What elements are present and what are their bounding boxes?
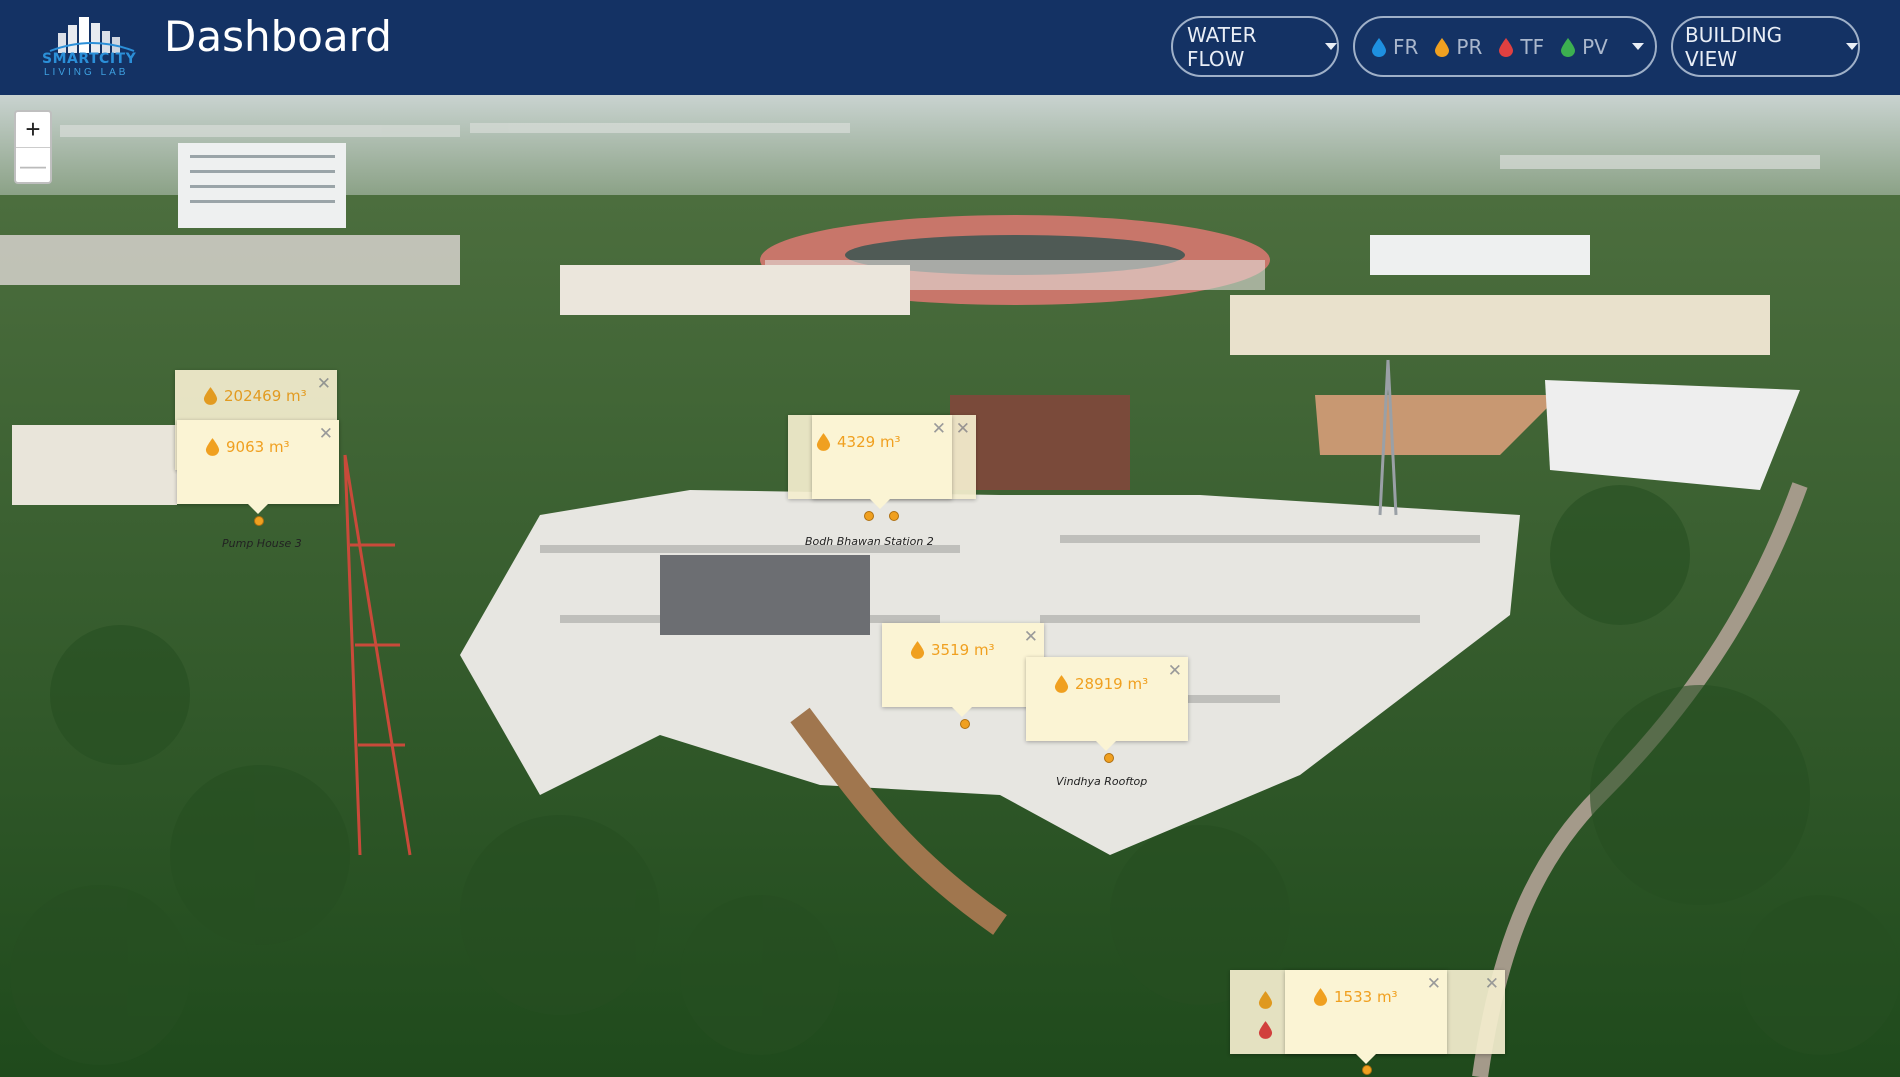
page-title: Dashboard: [164, 12, 392, 61]
legend-pr: PR: [1434, 35, 1482, 59]
legend-tf: TF: [1498, 35, 1544, 59]
top-header: SMARTCITY LIVING LAB Dashboard WATER FLO…: [0, 0, 1900, 95]
aerial-campus-image: [0, 95, 1900, 1077]
legend-tf-label: TF: [1520, 34, 1545, 59]
water-flow-dropdown[interactable]: WATER FLOW: [1171, 16, 1339, 77]
place-label-bodh-bhawan: Bodh Bhawan Station 2: [805, 535, 934, 548]
popup-tip: [1356, 1054, 1376, 1064]
close-icon[interactable]: ✕: [1024, 627, 1038, 647]
sensor-marker[interactable]: [254, 516, 264, 526]
zoom-control: + —: [14, 110, 52, 184]
popup-tip: [952, 707, 972, 717]
water-drop-icon: [1313, 988, 1328, 1006]
popup-tip: [248, 504, 268, 514]
legend-pr-label: PR: [1456, 34, 1483, 59]
campus-map[interactable]: + — 202469 m³ ✕ 9063 m³ ✕ Pump House 3 ✕…: [0, 95, 1900, 1077]
building-view-label: BUILDING VIEW: [1685, 22, 1783, 71]
close-icon[interactable]: ✕: [1168, 661, 1182, 681]
popup-value: 1533 m³: [1313, 987, 1398, 1006]
close-icon[interactable]: ✕: [1427, 974, 1441, 994]
chevron-down-icon: [1631, 43, 1644, 50]
water-flow-label: WATER FLOW: [1187, 22, 1257, 71]
water-drop-icon: [1258, 1021, 1273, 1039]
water-drop-icon: [203, 387, 218, 405]
building-view-dropdown[interactable]: BUILDING VIEW: [1671, 16, 1860, 77]
skyline-icon: [49, 17, 135, 53]
sensor-marker[interactable]: [864, 511, 874, 521]
sensor-marker[interactable]: [889, 511, 899, 521]
legend-pv-label: PV: [1582, 34, 1608, 59]
water-drop-icon: [1372, 37, 1386, 57]
popup-value: 4329 m³: [816, 432, 901, 451]
logo-subtext: LIVING LAB: [44, 67, 129, 78]
water-drop-icon: [1499, 37, 1514, 57]
close-icon[interactable]: ✕: [1485, 974, 1499, 994]
popup-value: 9063 m³: [205, 437, 290, 456]
logo-text: SMARTCITY: [42, 51, 137, 67]
zoom-out-button[interactable]: —: [16, 147, 50, 182]
sensor-marker[interactable]: [1104, 753, 1114, 763]
close-icon[interactable]: ✕: [317, 374, 331, 394]
popup-tip: [870, 499, 890, 509]
water-drop-icon: [1054, 675, 1069, 693]
sensor-popup: 1533 m³ ✕: [1285, 970, 1447, 1064]
chevron-down-icon: [1325, 43, 1337, 50]
popup-tip: [1096, 741, 1116, 751]
sensor-popup: 4329 m³ ✕: [812, 415, 952, 509]
sensor-popup: 28919 m³ ✕: [1026, 657, 1188, 751]
smartcity-logo: SMARTCITY LIVING LAB: [40, 15, 145, 78]
sensor-marker[interactable]: [1362, 1065, 1372, 1075]
sensor-popup: 3519 m³ ✕: [882, 623, 1044, 717]
water-drop-icon: [1561, 37, 1576, 57]
sensor-popup: 9063 m³ ✕: [177, 420, 339, 514]
popup-value: 202469 m³: [203, 386, 307, 405]
close-icon[interactable]: ✕: [319, 424, 333, 444]
place-label-pump-house: Pump House 3: [222, 537, 302, 550]
sensor-marker[interactable]: [960, 719, 970, 729]
legend-fr: FR: [1371, 35, 1418, 59]
water-drop-icon: [1435, 37, 1450, 57]
water-drop-icon: [205, 438, 220, 456]
legend-pv: PV: [1560, 35, 1608, 59]
legend-fr-label: FR: [1393, 34, 1419, 59]
water-drop-icon: [816, 433, 831, 451]
water-drop-icon: [910, 641, 925, 659]
popup-value: 28919 m³: [1054, 674, 1148, 693]
zoom-in-button[interactable]: +: [16, 112, 50, 147]
popup-value: 3519 m³: [910, 640, 995, 659]
close-icon[interactable]: ✕: [956, 419, 970, 439]
water-drop-icon: [1258, 991, 1273, 1009]
close-icon[interactable]: ✕: [932, 419, 946, 439]
place-label-vindhya: Vindhya Rooftop: [1056, 775, 1148, 788]
sensor-type-dropdown[interactable]: FR PR TF PV: [1353, 16, 1657, 77]
chevron-down-icon: [1846, 43, 1858, 50]
